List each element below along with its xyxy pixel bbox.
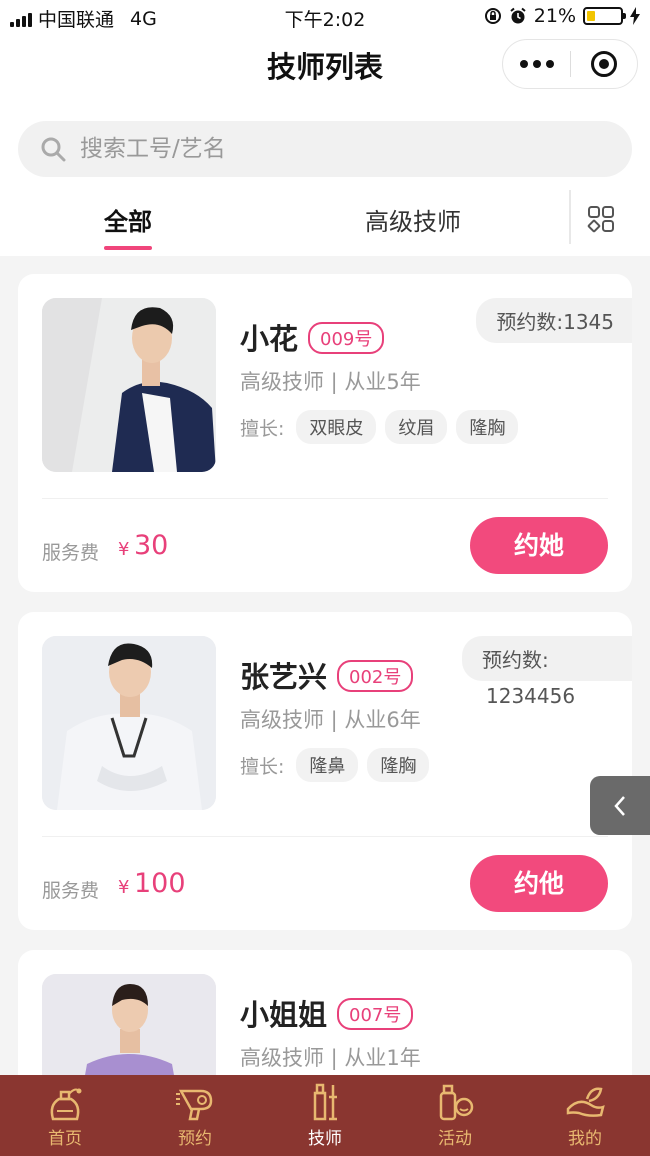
- active-tab-indicator: [104, 246, 152, 250]
- close-mini-program-icon[interactable]: [571, 51, 637, 77]
- employee-number-badge: 002号: [337, 660, 414, 692]
- service-fee-label: 服务费: [42, 880, 100, 902]
- mini-program-capsule: [502, 39, 638, 89]
- technician-title: 高级技师 | 从业1年: [240, 1046, 421, 1070]
- tabbar-item-profile[interactable]: 我的: [520, 1075, 650, 1156]
- currency-symbol: ¥: [118, 539, 130, 560]
- more-icon[interactable]: [503, 60, 570, 68]
- search-area: [0, 98, 650, 190]
- employee-number-badge: 007号: [337, 998, 414, 1030]
- technician-title: 高级技师 | 从业6年: [240, 708, 421, 732]
- employee-number-badge: 009号: [308, 322, 385, 354]
- tabbar-item-booking[interactable]: 预约: [130, 1075, 260, 1156]
- bottom-tab-bar: 首页 预约 技师 活动 我的: [0, 1075, 650, 1156]
- service-price: 30: [134, 530, 169, 561]
- side-drawer-toggle[interactable]: [590, 776, 650, 835]
- alarm-icon: [510, 7, 526, 24]
- tabbar-item-activity[interactable]: 活动: [390, 1075, 520, 1156]
- hairdryer-icon: [176, 1089, 213, 1121]
- battery-icon: [583, 7, 626, 25]
- status-bar: 中国联通 4G 下午2:02 21%: [0, 0, 650, 34]
- charging-icon: [630, 7, 640, 25]
- technician-photo: [42, 298, 216, 472]
- technician-card[interactable]: 小花 009号 高级技师 | 从业5年 擅长: 双眼皮 纹眉 隆胸 预约数:134…: [18, 274, 632, 592]
- service-price: 100: [134, 868, 186, 899]
- technician-card[interactable]: 张艺兴 002号 高级技师 | 从业6年 擅长: 隆鼻 隆胸 预约数: 12344…: [18, 612, 632, 930]
- skill-tag: 双眼皮: [296, 410, 377, 444]
- technician-name: 小花 009号: [240, 316, 385, 358]
- search-icon: [41, 137, 66, 162]
- skill-tag: 纹眉: [385, 410, 448, 444]
- skill-tag: 隆胸: [367, 748, 430, 782]
- filter-tabs: 全部 高级技师: [0, 190, 650, 256]
- cosmetics-icon: [439, 1084, 474, 1121]
- tools-icon: [313, 1083, 337, 1121]
- booking-count-value: 1234456: [486, 684, 576, 708]
- search-box[interactable]: [18, 121, 632, 177]
- chevron-left-icon: [614, 795, 625, 816]
- skill-tag: 隆胸: [456, 410, 519, 444]
- technician-name: 小姐姐 007号: [240, 992, 414, 1034]
- tabbar-item-technician[interactable]: 技师: [260, 1075, 390, 1156]
- book-button[interactable]: 约他: [470, 855, 608, 912]
- profile-icon: [566, 1087, 605, 1117]
- battery-percent: 21%: [533, 5, 576, 27]
- technician-title: 高级技师 | 从业5年: [240, 370, 421, 394]
- tab-all[interactable]: 全部: [104, 202, 152, 250]
- technician-photo: [42, 636, 216, 810]
- service-fee-label: 服务费: [42, 542, 100, 564]
- booking-count: 预约数:1345: [476, 298, 632, 343]
- search-input[interactable]: [80, 136, 560, 162]
- skills-list: 擅长: 双眼皮 纹眉 隆胸: [240, 410, 519, 444]
- skill-tag: 隆鼻: [296, 748, 359, 782]
- currency-symbol: ¥: [118, 877, 130, 898]
- booking-count: 预约数:: [462, 636, 632, 681]
- orientation-lock-icon: [484, 8, 501, 24]
- tabbar-item-home[interactable]: 首页: [0, 1075, 130, 1156]
- tab-senior-label: 高级技师: [365, 208, 461, 236]
- book-button[interactable]: 约她: [470, 517, 608, 574]
- grid-view-icon[interactable]: [587, 205, 615, 233]
- nav-bar: 技师列表: [0, 34, 650, 98]
- tab-senior[interactable]: 高级技师: [365, 202, 461, 237]
- perfume-icon: [50, 1088, 82, 1121]
- tab-all-label: 全部: [104, 208, 152, 236]
- skills-list: 擅长: 隆鼻 隆胸: [240, 748, 430, 782]
- technician-name: 张艺兴 002号: [240, 654, 414, 696]
